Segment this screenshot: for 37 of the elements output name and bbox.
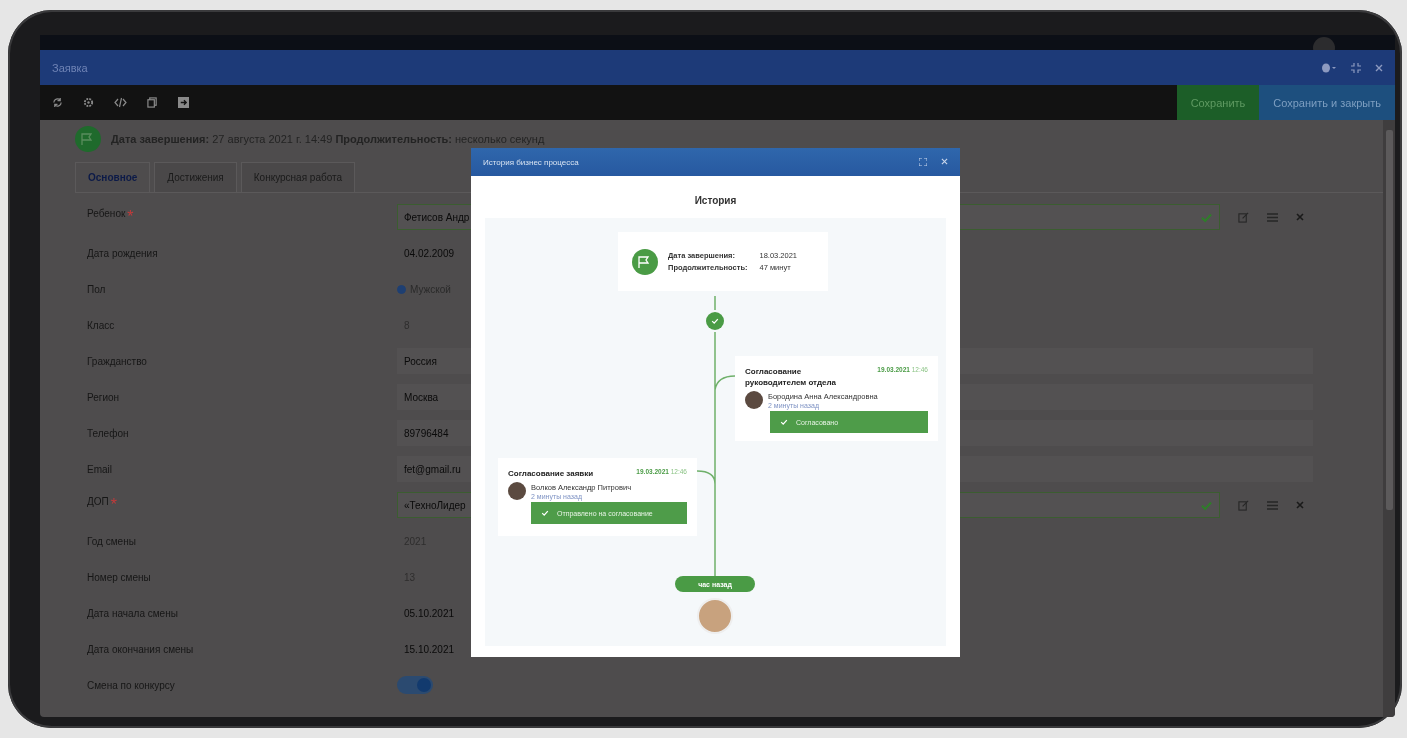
step-title: Согласование заявки [508, 468, 594, 480]
scrollbar[interactable] [1383, 120, 1395, 717]
avatar-placeholder [697, 598, 733, 634]
toggle-switch[interactable] [397, 676, 433, 694]
field-label: Класс [87, 319, 115, 331]
check-icon [706, 312, 724, 330]
field-label: Дата окончания смены [87, 643, 194, 655]
required-mark: * [127, 208, 134, 226]
avatar-placeholder [745, 391, 763, 410]
expand-icon[interactable] [919, 158, 927, 166]
save-and-close-button[interactable]: Сохранить и закрыть [1259, 85, 1395, 120]
check-icon [541, 509, 549, 518]
check-icon [780, 418, 788, 427]
collapse-icon[interactable] [1351, 62, 1361, 73]
flag-icon [75, 126, 101, 152]
dialog-heading: История [694, 195, 737, 206]
dialog-title: История бизнес процесса [483, 157, 579, 167]
radio-button[interactable] [397, 284, 406, 294]
menu-icon[interactable] [1267, 500, 1278, 510]
close-icon[interactable] [1375, 63, 1383, 72]
window-title: Заявка [52, 61, 88, 74]
field-label: Пол [87, 283, 106, 295]
database-icon[interactable] [1321, 62, 1337, 73]
field-label: Ребенок [87, 208, 126, 219]
edit-icon[interactable] [1238, 499, 1249, 511]
field-label: Регион [87, 391, 120, 403]
close-icon[interactable] [1296, 501, 1304, 509]
field-label: ДОП [87, 496, 109, 507]
required-mark: * [110, 496, 117, 514]
close-icon[interactable] [1296, 213, 1304, 221]
avatar-placeholder [508, 482, 526, 501]
flag-icon [632, 248, 658, 275]
save-button[interactable]: Сохранить [1176, 85, 1260, 120]
menu-icon[interactable] [1267, 212, 1278, 222]
tab[interactable]: Основное [75, 162, 151, 192]
field-label: Email [87, 463, 112, 475]
edit-icon[interactable] [1238, 211, 1249, 223]
